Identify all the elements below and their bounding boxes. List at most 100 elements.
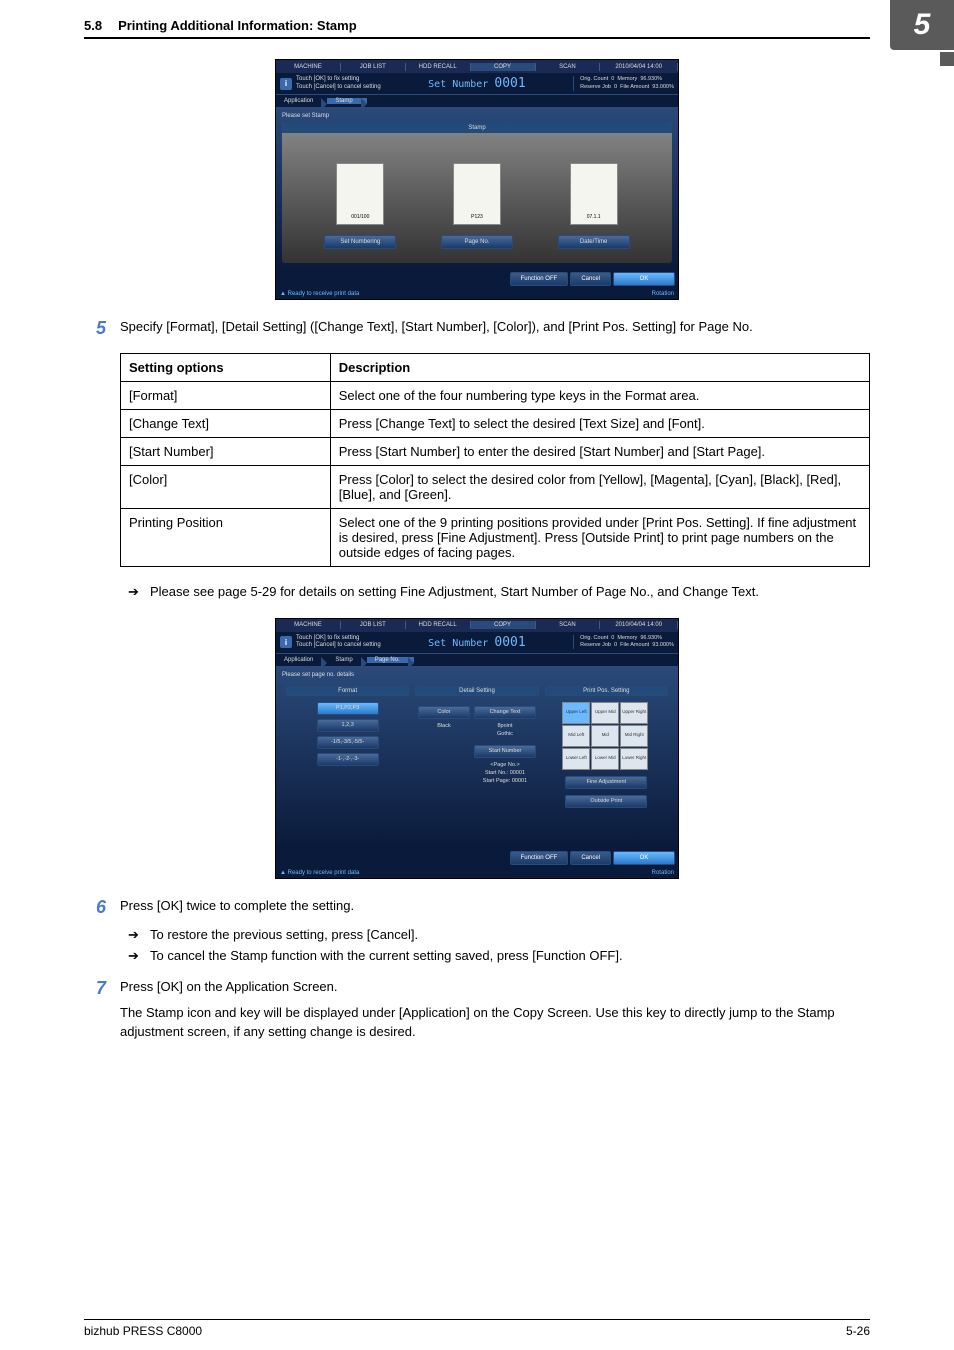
step-6-sub2: To cancel the Stamp function with the cu…: [150, 947, 623, 966]
btn-datetime[interactable]: Date/Time: [558, 235, 630, 249]
color-value: Black: [418, 723, 470, 729]
startpage-label: Start Page:: [483, 778, 511, 784]
pos-mid-left[interactable]: Mid Left: [562, 725, 590, 747]
orig-count-label: Orig. Count: [580, 76, 608, 82]
thumb-pageno: P123: [453, 163, 501, 225]
startno-value: 00001: [510, 770, 525, 776]
pos-upper-right[interactable]: Upper Right: [620, 702, 648, 724]
tab-copy[interactable]: COPY: [471, 63, 536, 71]
outside-print-button[interactable]: Outside Print: [565, 795, 647, 808]
ok-button[interactable]: OK: [613, 851, 675, 865]
pageno-label: <Page No.>: [474, 762, 536, 768]
fine-adjustment-button[interactable]: Fine Adjustment: [565, 776, 647, 789]
step-6-sub1: To restore the previous setting, press […: [150, 926, 418, 945]
cell-printpos-desc: Select one of the 9 printing positions p…: [330, 509, 869, 567]
cell-format-desc: Select one of the four numbering type ke…: [330, 382, 869, 410]
arrow-icon: ➔: [128, 583, 150, 602]
table-row: [Color]Press [Color] to select the desir…: [121, 466, 870, 509]
step-6-number: 6: [84, 897, 120, 918]
tab-scan[interactable]: SCAN: [536, 63, 601, 71]
function-off-button[interactable]: Function OFF: [510, 272, 569, 286]
cell-format: [Format]: [121, 382, 331, 410]
startpage-value: 00001: [512, 778, 527, 784]
pos-lower-right[interactable]: Lower Right: [620, 748, 648, 770]
crumb-application[interactable]: Application: [276, 98, 327, 104]
file-label: File Amount: [620, 84, 649, 90]
info-line1: Touch [OK] to fix setting: [296, 76, 381, 83]
info-line2: Touch [Cancel] to cancel setting: [296, 642, 381, 649]
table-row: [Change Text]Press [Change Text] to sele…: [121, 410, 870, 438]
format-header: Format: [286, 686, 409, 696]
arrow-icon: ➔: [128, 926, 150, 945]
setnum-value: 0001: [494, 76, 525, 91]
crumb-application[interactable]: Application: [276, 657, 327, 663]
pageno-detail-screen: MACHINE JOB LIST HDD RECALL COPY SCAN 20…: [275, 618, 679, 879]
format-dash[interactable]: -1-,-2-,-3-: [317, 753, 379, 766]
tab-joblist[interactable]: JOB LIST: [341, 621, 406, 629]
position-grid: Upper Left Upper Mid Upper Right Mid Lef…: [562, 702, 650, 770]
rotation-indicator: Rotation: [652, 870, 674, 876]
step-7-text: Press [OK] on the Application Screen.: [120, 978, 870, 997]
tab-scan[interactable]: SCAN: [536, 621, 601, 629]
footer-product: bizhub PRESS C8000: [84, 1324, 202, 1338]
pos-mid-right[interactable]: Mid Right: [620, 725, 648, 747]
datetime: 2010/04/04 14:00: [600, 621, 678, 629]
cell-color: [Color]: [121, 466, 331, 509]
cancel-button[interactable]: Cancel: [570, 851, 611, 865]
tab-copy[interactable]: COPY: [471, 621, 536, 629]
crumb-pageno[interactable]: Page No.: [367, 657, 414, 663]
th-setting-options: Setting options: [121, 354, 331, 382]
chapter-number: 5: [890, 0, 954, 50]
th-description: Description: [330, 354, 869, 382]
tab-joblist[interactable]: JOB LIST: [341, 63, 406, 71]
function-off-button[interactable]: Function OFF: [510, 851, 569, 865]
table-header-row: Setting options Description: [121, 354, 870, 382]
stamp-area-title: Stamp: [282, 123, 672, 133]
file-value: 93.000%: [652, 84, 674, 90]
info-line1: Touch [OK] to fix setting: [296, 635, 381, 642]
tab-hddrecall[interactable]: HDD RECALL: [406, 63, 471, 71]
crumb-stamp[interactable]: Stamp: [327, 98, 366, 104]
btn-setnumbering[interactable]: Set Numbering: [324, 235, 396, 249]
tab-hddrecall[interactable]: HDD RECALL: [406, 621, 471, 629]
cancel-button[interactable]: Cancel: [570, 272, 611, 286]
memory-value: 96.930%: [640, 76, 662, 82]
pos-upper-mid[interactable]: Upper Mid: [591, 702, 619, 724]
step-7-number: 7: [84, 978, 120, 999]
cell-startnumber-desc: Press [Start Number] to enter the desire…: [330, 438, 869, 466]
ok-button[interactable]: OK: [613, 272, 675, 286]
section-number: 5.8: [84, 18, 102, 33]
side-stripe: [940, 52, 954, 66]
crumb-stamp[interactable]: Stamp: [327, 657, 366, 663]
format-123[interactable]: 1,2,3: [317, 719, 379, 732]
format-p1p2p3[interactable]: P1,P2,P3: [317, 702, 379, 715]
step-7-para: The Stamp icon and key will be displayed…: [120, 1004, 870, 1042]
cell-changetext: [Change Text]: [121, 410, 331, 438]
reserve-label: Reserve Job: [580, 84, 611, 90]
section-title: Printing Additional Information: Stamp: [118, 18, 357, 33]
thumb-datetime: 07.1.1: [570, 163, 618, 225]
please-set-stamp: Please set Stamp: [282, 113, 672, 119]
memory-label: Memory: [617, 76, 637, 82]
table-row: Printing PositionSelect one of the 9 pri…: [121, 509, 870, 567]
reserve-value: 0: [614, 84, 617, 90]
cell-color-desc: Press [Color] to select the desired colo…: [330, 466, 869, 509]
tab-machine[interactable]: MACHINE: [276, 63, 341, 71]
tab-machine[interactable]: MACHINE: [276, 621, 341, 629]
datetime: 2010/04/04 14:00: [600, 63, 678, 71]
status-text: ▲ Ready to receive print data: [280, 870, 359, 876]
pos-upper-left[interactable]: Upper Left: [562, 702, 590, 724]
step-5-number: 5: [84, 318, 120, 339]
btn-pageno[interactable]: Page No.: [441, 235, 513, 249]
text-size-value: 8point: [474, 723, 536, 729]
info-icon: i: [280, 78, 292, 90]
pos-lower-mid[interactable]: Lower Mid: [591, 748, 619, 770]
color-button[interactable]: Color: [418, 706, 470, 719]
pos-lower-left[interactable]: Lower Left: [562, 748, 590, 770]
pos-mid[interactable]: Mid: [591, 725, 619, 747]
orig-count-value: 0: [611, 76, 614, 82]
format-frac[interactable]: -1/5,-3/5,-5/5-: [317, 736, 379, 749]
thumb-setnumbering: 001/100: [336, 163, 384, 225]
change-text-button[interactable]: Change Text: [474, 706, 536, 719]
start-number-button[interactable]: Start Number: [474, 745, 536, 758]
